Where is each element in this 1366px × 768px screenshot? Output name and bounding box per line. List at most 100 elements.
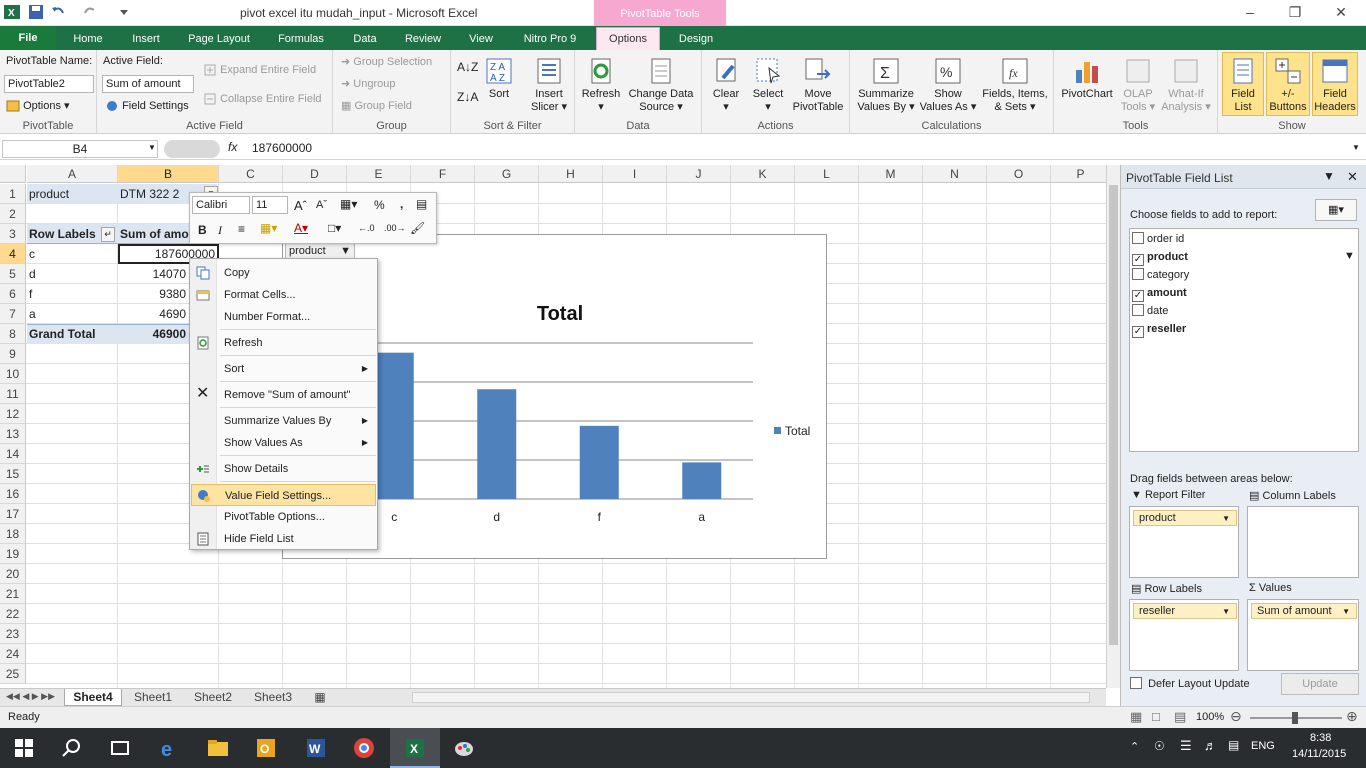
row-header-3[interactable]: 3 — [0, 224, 26, 244]
active-field-input[interactable]: Sum of amount — [102, 75, 194, 93]
show-hidden-icons[interactable]: ⌃ — [1130, 740, 1139, 753]
field-product[interactable]: ✓ product — [1132, 250, 1188, 266]
minimize-icon[interactable]: – — [1242, 4, 1258, 20]
menu-item-sort[interactable]: Sort ▶ — [191, 358, 376, 380]
field-headers-button[interactable]: Field Headers — [1312, 52, 1358, 116]
font-color-icon[interactable]: A▾ — [294, 221, 308, 235]
column-header-a[interactable]: A — [27, 165, 118, 183]
tab-options[interactable]: Options — [596, 27, 660, 50]
ungroup-button[interactable]: ➜ Ungroup — [341, 77, 395, 90]
row-header-13[interactable]: 13 — [0, 424, 26, 444]
row-header-21[interactable]: 21 — [0, 584, 26, 604]
undo-icon[interactable] — [50, 4, 66, 20]
menu-item-pivottable-options[interactable]: PivotTable Options... — [191, 506, 376, 528]
column-header-m[interactable]: M — [859, 165, 923, 183]
zoom-slider-thumb[interactable] — [1292, 712, 1298, 724]
font-name-select[interactable]: Calibri — [192, 196, 250, 214]
column-header-p[interactable]: P — [1051, 165, 1111, 183]
menu-item-remove-field[interactable]: ✕ Remove "Sum of amount" — [191, 384, 376, 406]
checkbox-date[interactable] — [1132, 304, 1144, 316]
customize-quick-access-icon[interactable] — [116, 4, 132, 20]
pivottable-name-input[interactable]: PivotTable2 — [4, 75, 94, 93]
column-header-n[interactable]: N — [923, 165, 987, 183]
column-header-l[interactable]: L — [795, 165, 859, 183]
cell-b5[interactable]: 14070 — [118, 264, 188, 284]
report-filter-area[interactable]: product ▼ — [1129, 506, 1239, 578]
row-header-4[interactable]: 4 — [0, 244, 26, 264]
volume-icon[interactable]: ♬ — [1204, 738, 1217, 753]
tab-review[interactable]: Review — [398, 30, 448, 50]
column-header-e[interactable]: E — [347, 165, 411, 183]
field-amount[interactable]: ✓ amount — [1132, 286, 1187, 302]
row-header-25[interactable]: 25 — [0, 664, 26, 684]
menu-item-show-values-as[interactable]: Show Values As ▶ — [191, 432, 376, 454]
pane-options-icon[interactable]: ▼ — [1323, 169, 1335, 183]
formula-bar-resize-handle[interactable] — [164, 140, 220, 158]
row-header-2[interactable]: 2 — [0, 204, 26, 224]
zoom-out-icon[interactable]: ⊖ — [1230, 708, 1242, 725]
column-header-f[interactable]: F — [411, 165, 475, 183]
menu-item-value-field-settings[interactable]: Value Field Settings... — [191, 484, 376, 506]
menu-item-show-details[interactable]: Show Details — [191, 458, 376, 480]
row-header-16[interactable]: 16 — [0, 484, 26, 504]
cell-a5[interactable]: d — [27, 264, 117, 284]
row-header-6[interactable]: 6 — [0, 284, 26, 304]
borders-icon[interactable]: □▾ — [328, 221, 341, 235]
insert-slicer-button[interactable]: Insert Slicer ▾ — [527, 56, 571, 114]
checkbox-reseller[interactable]: ✓ — [1132, 326, 1144, 338]
field-reseller[interactable]: ✓ reseller — [1132, 322, 1186, 338]
cell-a1[interactable]: product — [27, 184, 117, 204]
menu-item-format-cells[interactable]: Format Cells... — [191, 284, 376, 306]
field-list-button[interactable]: Field List — [1222, 52, 1264, 116]
sheet-tab-sheet4[interactable]: Sheet4 — [64, 689, 122, 706]
format-painter-icon[interactable]: 🖌 — [410, 221, 425, 235]
summarize-values-by-button[interactable]: Σ Summarize Values By ▾ — [854, 56, 918, 114]
task-view-icon[interactable] — [108, 736, 132, 760]
field-date[interactable]: date — [1132, 304, 1168, 318]
zoom-level[interactable]: 100% — [1196, 711, 1224, 723]
outlook-icon[interactable]: O — [254, 736, 278, 760]
checkbox-defer-layout[interactable] — [1130, 677, 1142, 689]
file-explorer-icon[interactable] — [206, 736, 230, 760]
row-labels-filter-icon[interactable]: ↵ — [101, 227, 115, 242]
row-labels-area[interactable]: reseller ▼ — [1129, 599, 1239, 671]
show-values-as-button[interactable]: % Show Values As ▾ — [918, 56, 978, 114]
cell-b8[interactable]: 46900 — [118, 324, 188, 344]
field-category[interactable]: category — [1132, 268, 1189, 282]
restore-icon[interactable]: ❐ — [1287, 4, 1303, 20]
row-header-23[interactable]: 23 — [0, 624, 26, 644]
row-header-11[interactable]: 11 — [0, 384, 26, 404]
values-area[interactable]: Sum of amount ▼ — [1247, 599, 1359, 671]
redo-icon[interactable] — [82, 4, 98, 20]
fill-color-icon[interactable]: ▦▾ — [260, 221, 277, 235]
layout-options-button[interactable]: ▦▾ — [1315, 199, 1357, 221]
sheet-tab-sheet2[interactable]: Sheet2 — [184, 689, 242, 706]
column-header-j[interactable]: J — [667, 165, 731, 183]
column-header-o[interactable]: O — [987, 165, 1051, 183]
name-box[interactable]: B4 — [2, 140, 158, 158]
italic-button[interactable]: I — [218, 223, 222, 238]
formula-input[interactable]: 187600000 — [252, 141, 312, 155]
language-indicator[interactable]: ENG — [1251, 740, 1275, 752]
field-order-id[interactable]: order id — [1132, 232, 1184, 246]
increase-decimal-icon[interactable]: ←.0 — [358, 223, 375, 233]
name-box-dropdown-icon[interactable]: ▼ — [148, 143, 156, 152]
menu-item-refresh[interactable]: Refresh — [191, 332, 376, 354]
field-settings-button[interactable]: Field Settings — [105, 99, 189, 113]
grow-font-icon[interactable]: Aˆ — [294, 198, 307, 213]
accounting-format-icon[interactable]: ▦▾ — [340, 197, 357, 211]
olap-tools-button[interactable]: OLAP Tools ▾ — [1118, 56, 1158, 114]
row-header-10[interactable]: 10 — [0, 364, 26, 384]
sort-ascending-icon[interactable]: A↓Z — [457, 60, 478, 74]
checkbox-order-id[interactable] — [1132, 232, 1144, 244]
sort-descending-icon[interactable]: Z↓A — [457, 90, 478, 104]
wifi-icon[interactable]: ☰ — [1180, 738, 1192, 754]
tab-insert[interactable]: Insert — [124, 30, 168, 50]
sheet-navigation-icon[interactable]: ◀◀ ◀ ▶ ▶▶ — [6, 691, 55, 702]
row-header-18[interactable]: 18 — [0, 524, 26, 544]
close-icon[interactable]: ✕ — [1333, 4, 1349, 20]
menu-item-hide-field-list[interactable]: Hide Field List — [191, 528, 376, 550]
row-header-1[interactable]: 1 — [0, 184, 26, 204]
group-field-button[interactable]: ▦ Group Field — [341, 99, 412, 112]
checkbox-category[interactable] — [1132, 268, 1144, 280]
